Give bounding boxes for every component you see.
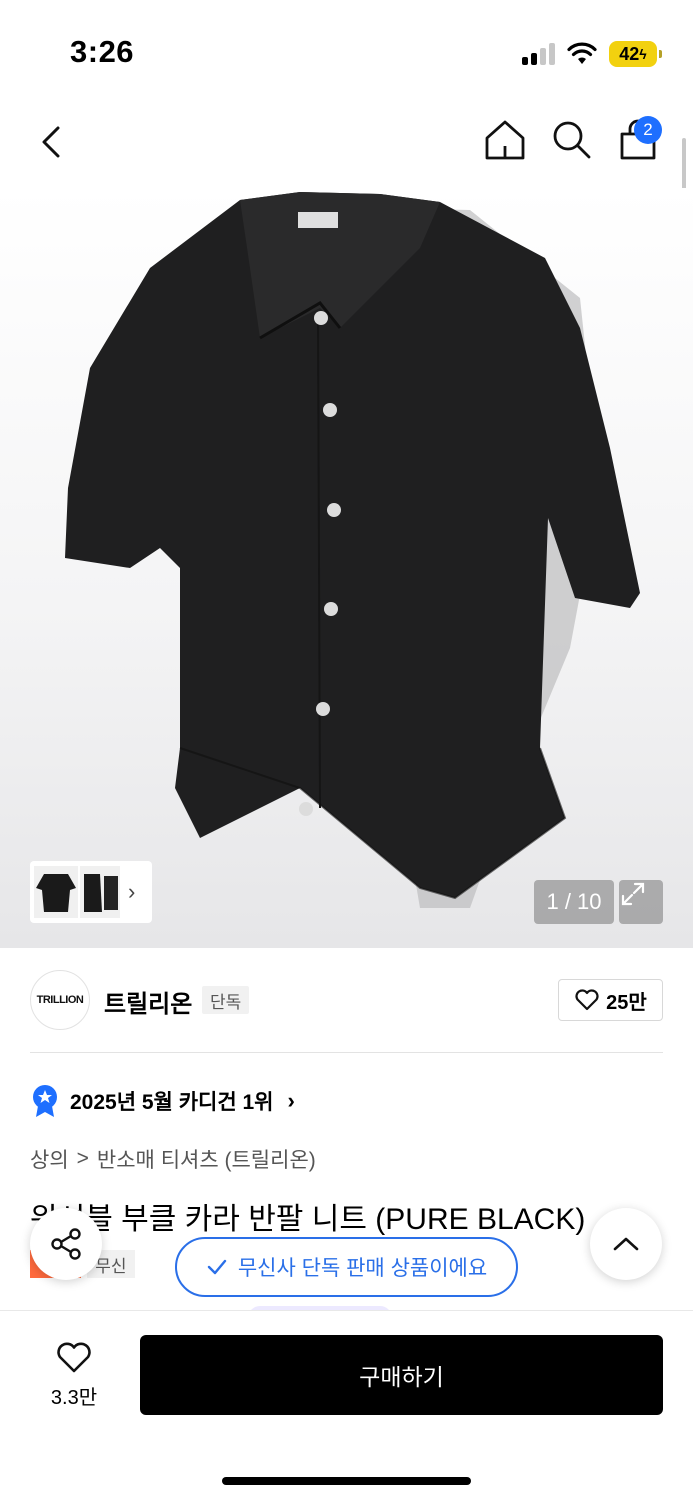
cellular-signal-icon: [522, 43, 555, 65]
breadcrumb-item[interactable]: 반소매 티셔츠 (트릴리온): [97, 1144, 316, 1174]
expand-icon: [621, 882, 645, 906]
brand-logo[interactable]: TRILLION: [30, 970, 90, 1030]
charging-bolt-icon: ϟ: [639, 46, 647, 62]
heart-icon: [57, 1342, 91, 1373]
brand-row: TRILLION 트릴리온 단독 25만: [30, 970, 663, 1032]
buy-button[interactable]: 구매하기: [140, 1335, 663, 1415]
brand-like-count: 25만: [606, 991, 647, 1014]
status-time: 3:26: [70, 34, 135, 69]
heart-icon: [575, 989, 599, 1011]
chevron-up-icon: [613, 1237, 639, 1251]
exclusive-badge: 단독: [202, 986, 250, 1014]
wishlist-button[interactable]: 3.3만: [36, 1341, 112, 1411]
home-icon[interactable]: [482, 116, 528, 164]
status-icons: 42 ϟ: [522, 40, 662, 68]
home-indicator[interactable]: [222, 1477, 471, 1485]
brand-logo-text: TRILLION: [36, 994, 84, 1006]
search-icon[interactable]: [548, 116, 594, 164]
cart-count-badge: 2: [634, 116, 662, 144]
thumbnail[interactable]: [34, 866, 78, 918]
toast-text: 무신사 단독 판매 상품이에요: [237, 1257, 488, 1280]
check-icon: [207, 1259, 227, 1275]
exclusive-toast: 무신사 단독 판매 상품이에요: [175, 1237, 518, 1297]
ranking-medal-icon: [33, 1085, 57, 1117]
product-image: [65, 192, 640, 908]
ranking-label: 2025년 5월 카디건 1위: [70, 1091, 274, 1114]
divider: [30, 1052, 663, 1053]
chevron-right-icon: ›: [287, 1088, 295, 1113]
back-icon[interactable]: [30, 118, 74, 166]
thumbnail-strip[interactable]: ›: [30, 861, 152, 923]
wishlist-count: 3.3만: [50, 1387, 98, 1409]
brand-like-button[interactable]: 25만: [558, 979, 663, 1021]
product-title: 워셔블 부클 카라 반팔 니트 (PURE BLACK): [30, 1203, 586, 1236]
share-button[interactable]: [30, 1208, 102, 1280]
share-icon: [51, 1228, 81, 1260]
product-image-carousel[interactable]: › 1 / 10: [0, 188, 693, 948]
brand-name[interactable]: 트릴리온: [104, 984, 192, 1019]
expand-image-button[interactable]: [619, 880, 663, 924]
image-page-counter: 1 / 10: [534, 880, 614, 924]
thumbnail[interactable]: [80, 866, 120, 918]
status-bar: 3:26 42 ϟ: [0, 0, 693, 100]
breadcrumb-item[interactable]: 상의: [30, 1144, 69, 1174]
breadcrumb-separator: >: [76, 1147, 89, 1170]
battery-indicator: 42 ϟ: [609, 41, 662, 67]
wifi-icon: [567, 42, 597, 64]
ranking-link[interactable]: 2025년 5월 카디건 1위 ›: [30, 1084, 295, 1118]
battery-level: 42: [619, 43, 640, 64]
scroll-to-top-button[interactable]: [590, 1208, 662, 1280]
bottom-action-bar: 3.3만 구매하기: [0, 1310, 693, 1500]
chevron-right-icon[interactable]: ›: [128, 879, 135, 905]
top-nav: [0, 100, 693, 188]
breadcrumb: 상의 > 반소매 티셔츠 (트릴리온): [30, 1144, 316, 1174]
